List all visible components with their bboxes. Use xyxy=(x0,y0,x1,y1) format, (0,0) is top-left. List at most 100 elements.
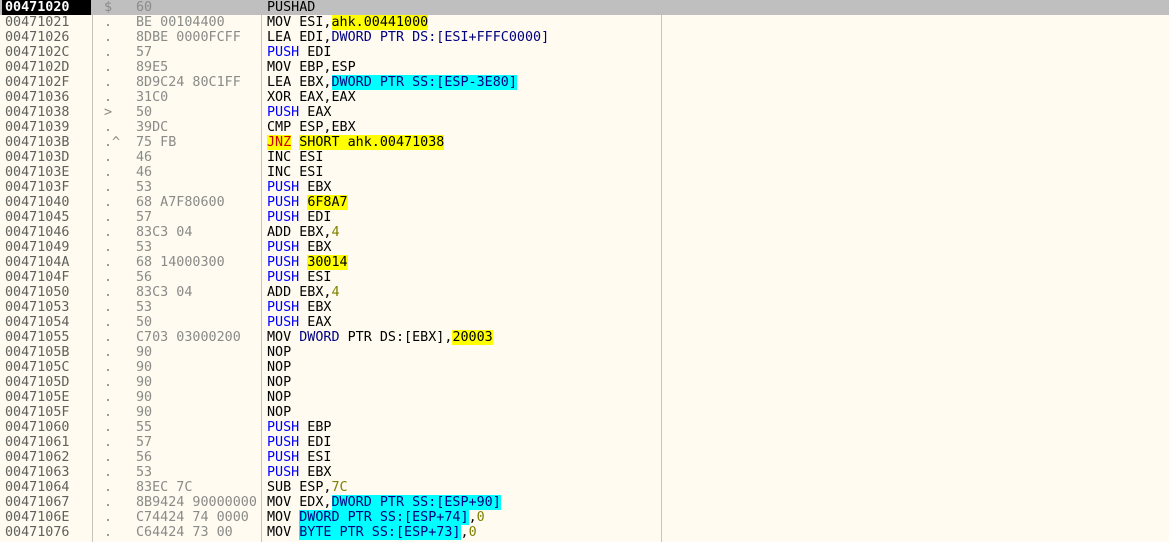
instruction-row[interactable]: 00471055. C703 03000200 MOV DWORD PTR DS:[… xyxy=(0,330,1169,345)
hex-dump-cell: 83C3 04 xyxy=(136,285,193,300)
instruction-row[interactable]: 00471049. 53 PUSH EBX xyxy=(0,240,1169,255)
operand: 7C xyxy=(331,480,348,495)
mnemonic: PUSH xyxy=(267,195,300,210)
instruction-row[interactable]: 00471020 $60 PUSHAD xyxy=(0,0,1169,15)
instruction-row[interactable]: 0047103E. 46 INC ESI xyxy=(0,165,1169,180)
instruction-row[interactable]: 00471046. 83C3 04 ADD EBX,4 xyxy=(0,225,1169,240)
instruction-row[interactable]: 00471021. BE 00104400 MOV ESI,ahk.00441000 xyxy=(0,15,1169,30)
mnemonic: LEA xyxy=(267,30,292,45)
operand: ESI xyxy=(299,270,332,285)
instruction-row[interactable]: 0047103B .^ 75 FB JNZ SHORT ahk.00471038 xyxy=(0,135,1169,150)
mnemonic: JNZ xyxy=(267,135,292,150)
hex-dump-cell: 8D9C24 80C1FF xyxy=(136,75,241,90)
disassembly-cell: NOP xyxy=(267,390,787,405)
instruction-row[interactable]: 00471040. 68 A7F80600 PUSH 6F8A7 xyxy=(0,195,1169,210)
disassembly-cell: PUSH EDI xyxy=(267,210,787,225)
operand: EBX xyxy=(299,240,332,255)
jump-marker: . xyxy=(104,480,113,495)
jump-marker: . xyxy=(104,90,113,105)
instruction-row[interactable]: 0047105D. 90 NOP xyxy=(0,375,1169,390)
jump-marker: . xyxy=(104,60,113,75)
operand: EBX, xyxy=(291,225,332,240)
instruction-row[interactable]: 0047103F. 53 PUSH EBX xyxy=(0,180,1169,195)
instruction-row[interactable]: 0047104F. 56 PUSH ESI xyxy=(0,270,1169,285)
instruction-row[interactable]: 00471060. 55 PUSH EBP xyxy=(0,420,1169,435)
jump-marker: . xyxy=(104,300,113,315)
disassembly-cell: PUSH EAX xyxy=(267,315,787,330)
address-cell: 00471036 xyxy=(5,90,70,105)
instruction-row[interactable]: 00471036. 31C0 XOR EAX,EAX xyxy=(0,90,1169,105)
instruction-row[interactable]: 0047102C. 57 PUSH EDI xyxy=(0,45,1169,60)
hex-dump-cell: 56 xyxy=(136,450,153,465)
operand: ESI xyxy=(299,450,332,465)
mnemonic: PUSHAD xyxy=(267,0,316,15)
operand: DWORD PTR SS:[ESP-3E80] xyxy=(331,75,517,90)
hex-dump-cell: 53 xyxy=(136,300,153,315)
jump-marker: .^ xyxy=(104,135,121,150)
hex-dump-cell: 75 FB xyxy=(136,135,177,150)
jump-marker: . xyxy=(104,15,113,30)
instruction-row[interactable]: 0047105E. 90 NOP xyxy=(0,390,1169,405)
instruction-row[interactable]: 0047105C. 90 NOP xyxy=(0,360,1169,375)
jump-marker: . xyxy=(104,240,113,255)
operand: EBX, xyxy=(291,285,332,300)
disassembly-cell: PUSH 6F8A7 xyxy=(267,195,787,210)
instruction-row[interactable]: 00471062. 56 PUSH ESI xyxy=(0,450,1169,465)
disassembly-cell: NOP xyxy=(267,360,787,375)
hex-dump-cell: 57 xyxy=(136,435,153,450)
instruction-row[interactable]: 00471067. 8B9424 90000000 MOV EDX,DWORD PT… xyxy=(0,495,1169,510)
disassembly-cell: PUSH 30014 xyxy=(267,255,787,270)
instruction-row[interactable]: 0047104A. 68 14000300 PUSH 30014 xyxy=(0,255,1169,270)
instruction-row[interactable]: 0047105B. 90 NOP xyxy=(0,345,1169,360)
mnemonic: NOP xyxy=(267,360,292,375)
instruction-row[interactable]: 0047102D. 89E5 MOV EBP,ESP xyxy=(0,60,1169,75)
hex-dump-cell: 90 xyxy=(136,360,153,375)
disassembly-cell: MOV ESI,ahk.00441000 xyxy=(267,15,787,30)
instruction-row[interactable]: 0047105F. 90 NOP xyxy=(0,405,1169,420)
hex-dump-cell: 53 xyxy=(136,465,153,480)
hex-dump-cell: 90 xyxy=(136,390,153,405)
operand: ESP, xyxy=(291,480,332,495)
jump-marker: . xyxy=(104,465,113,480)
hex-dump-cell: 53 xyxy=(136,180,153,195)
operand: ESP,EBX xyxy=(291,120,356,135)
instruction-row[interactable]: 0047103D. 46 INC ESI xyxy=(0,150,1169,165)
instruction-row[interactable]: 00471045. 57 PUSH EDI xyxy=(0,210,1169,225)
instruction-row[interactable]: 00471053. 53 PUSH EBX xyxy=(0,300,1169,315)
instruction-row[interactable]: 00471076. C64424 73 00 MOV BYTE PTR SS:[ES… xyxy=(0,525,1169,540)
hex-dump-cell: C64424 73 00 xyxy=(136,525,233,540)
hex-dump-cell: 83C3 04 xyxy=(136,225,193,240)
instruction-row[interactable]: 00471038 >50 PUSH EAX xyxy=(0,105,1169,120)
hex-dump-cell: 68 14000300 xyxy=(136,255,225,270)
jump-marker: $ xyxy=(104,0,113,15)
instruction-row[interactable]: 00471061. 57 PUSH EDI xyxy=(0,435,1169,450)
hex-dump-cell: 90 xyxy=(136,345,153,360)
mnemonic: PUSH xyxy=(267,210,300,225)
instruction-row[interactable]: 0047102F. 8D9C24 80C1FF LEA EBX,DWORD PTR … xyxy=(0,75,1169,90)
mnemonic: NOP xyxy=(267,375,292,390)
disassembly-pane[interactable]: 00471020 $60 PUSHAD 00471021. BE 00104400 MOV… xyxy=(0,0,1169,542)
operand: EDI xyxy=(299,210,332,225)
instruction-row[interactable]: 00471050. 83C3 04 ADD EBX,4 xyxy=(0,285,1169,300)
jump-marker: > xyxy=(104,105,113,120)
jump-marker: . xyxy=(104,30,113,45)
operand: EDI xyxy=(299,435,332,450)
instruction-row[interactable]: 00471026. 8DBE 0000FCFF LEA EDI,DWORD PTR … xyxy=(0,30,1169,45)
disassembly-cell: XOR EAX,EAX xyxy=(267,90,787,105)
hex-dump-cell: C703 03000200 xyxy=(136,330,241,345)
instruction-row[interactable]: 00471064. 83EC 7C SUB ESP,7C xyxy=(0,480,1169,495)
instruction-row[interactable]: 00471054. 50 PUSH EAX xyxy=(0,315,1169,330)
disassembly-cell: MOV DWORD PTR SS:[ESP+74],0 xyxy=(267,510,787,525)
mnemonic: MOV xyxy=(267,495,292,510)
instruction-row[interactable]: 0047106E. C74424 74 0000 MOV DWORD PTR SS:… xyxy=(0,510,1169,525)
operand: BYTE PTR SS:[ESP+73] xyxy=(299,525,461,540)
operand: EDI xyxy=(299,45,332,60)
mnemonic: PUSH xyxy=(267,300,300,315)
disassembly-cell: PUSH EDI xyxy=(267,45,787,60)
hex-dump-cell: 68 A7F80600 xyxy=(136,195,225,210)
address-cell: 00471064 xyxy=(5,480,70,495)
instruction-row[interactable]: 00471039. 39DC CMP ESP,EBX xyxy=(0,120,1169,135)
disassembly-cell: NOP xyxy=(267,375,787,390)
jump-marker: . xyxy=(104,225,113,240)
instruction-row[interactable]: 00471063. 53 PUSH EBX xyxy=(0,465,1169,480)
